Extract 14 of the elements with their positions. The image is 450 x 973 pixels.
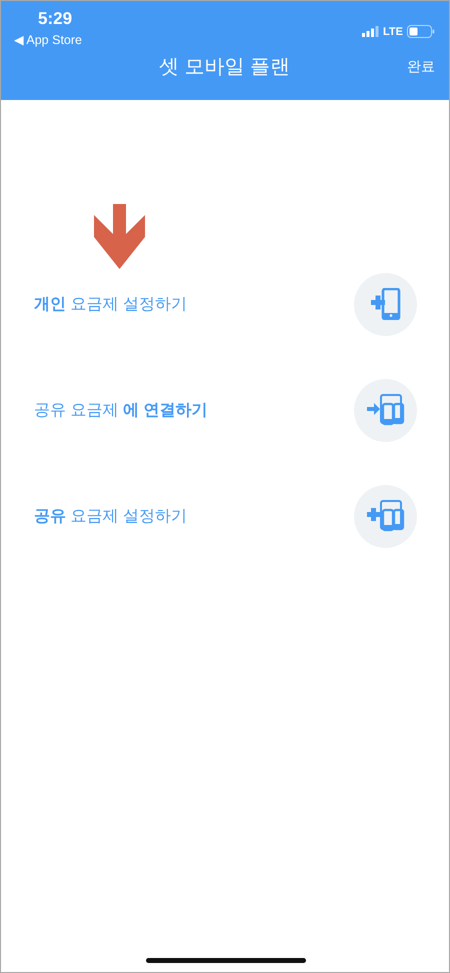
plan-option[interactable]: 개인 요금제 설정하기 — [1, 251, 449, 357]
add-devices-icon — [366, 500, 404, 532]
done-button[interactable]: 완료 — [407, 58, 435, 76]
status-time: 5:29 — [38, 9, 72, 29]
signal-icon — [362, 26, 380, 37]
battery-icon — [407, 25, 435, 38]
screen-title: 셋 모바일 플랜 — [158, 55, 290, 80]
plan-option[interactable]: 공유 요금제 설정하기 — [1, 463, 449, 569]
back-link[interactable]: ◀ App Store — [14, 32, 82, 47]
annotation-arrow — [94, 204, 146, 270]
connect-devices-icon — [366, 394, 404, 426]
add-phone-icon — [370, 288, 400, 320]
plan-option[interactable]: 공유 요금제 에 연결하기 — [1, 357, 449, 463]
network-label: LTE — [383, 26, 403, 38]
